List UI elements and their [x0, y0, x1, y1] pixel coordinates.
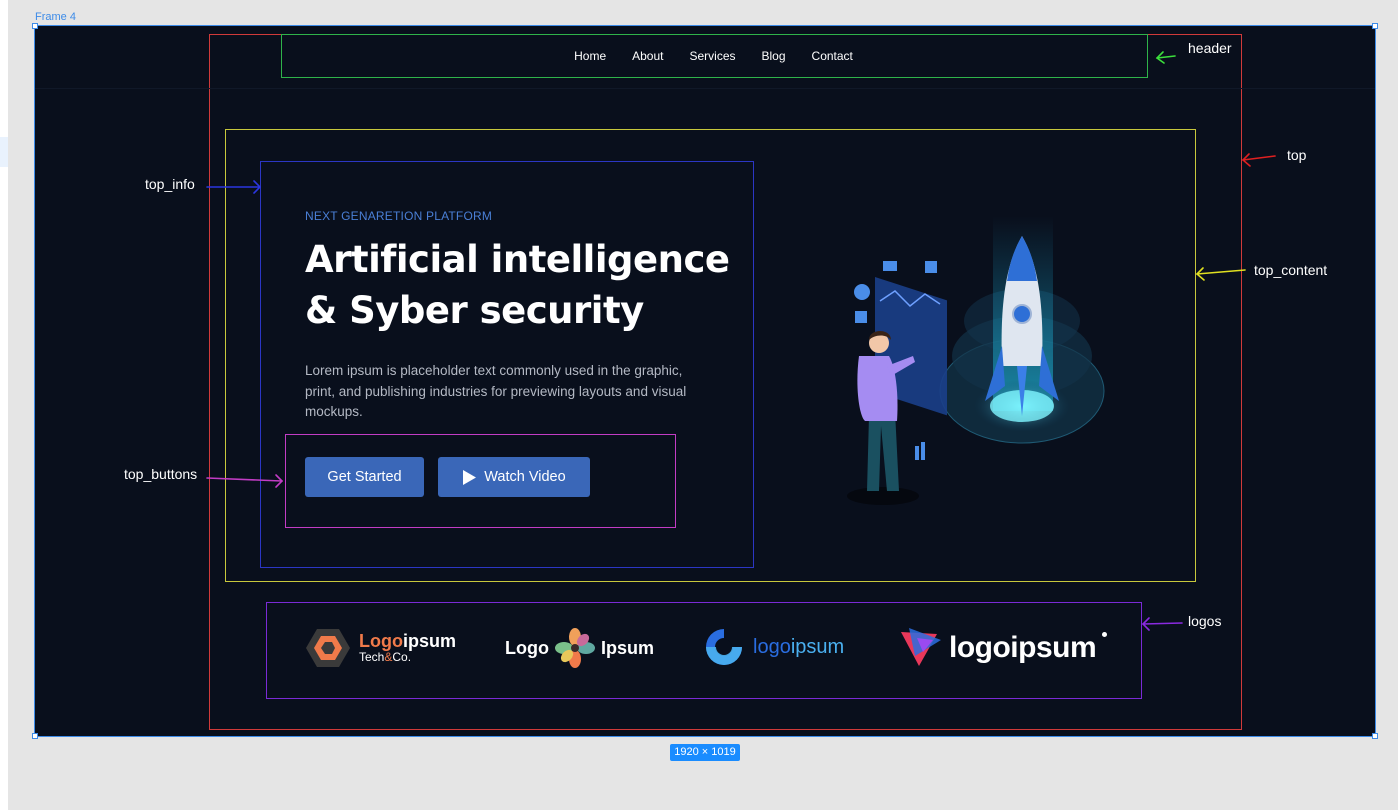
annotation-logos: logos — [1188, 613, 1222, 629]
annotation-top-content: top_content — [1254, 262, 1328, 278]
annotation-top-info: top_info — [145, 176, 195, 192]
annotation-top-buttons: top_buttons — [124, 466, 198, 482]
annotation-top: top — [1287, 147, 1307, 163]
annotation-header: header — [1188, 40, 1232, 56]
annotation-arrows — [206, 51, 1276, 631]
